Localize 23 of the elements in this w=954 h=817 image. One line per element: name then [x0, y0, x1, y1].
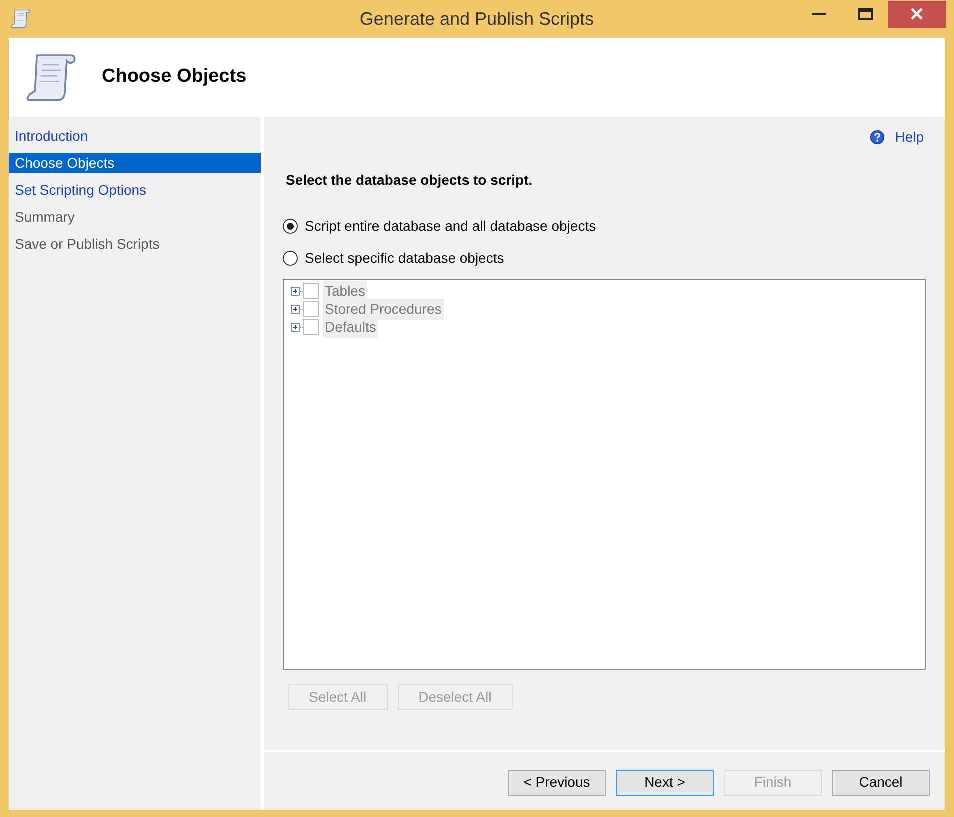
expand-icon[interactable]	[290, 320, 303, 334]
app-icon	[10, 8, 32, 30]
sidebar-item[interactable]: Save or Publish Scripts	[9, 234, 261, 254]
radio-button[interactable]	[283, 250, 298, 266]
help-link[interactable]: Help	[895, 127, 924, 148]
sidebar-item[interactable]: Summary	[9, 207, 261, 227]
instruction-heading: Select the database objects to script.	[286, 171, 534, 190]
wizard-button[interactable]: Cancel	[832, 770, 930, 796]
close-icon	[911, 8, 923, 20]
radio-label: Select specific database objects	[305, 248, 504, 268]
window-title: Generate and Publish Scripts	[360, 8, 594, 31]
expand-icon[interactable]	[290, 284, 303, 298]
sidebar-item[interactable]: Set Scripting Options	[9, 180, 261, 200]
wizard-button[interactable]: Next >	[616, 770, 714, 796]
wizard-button[interactable]: < Previous	[508, 770, 606, 796]
help-icon	[870, 130, 886, 145]
sidebar-item[interactable]: Choose Objects	[9, 153, 261, 173]
expand-icon[interactable]	[290, 302, 303, 316]
radio-label: Script entire database and all database objects	[305, 216, 596, 236]
page-title: Choose Objects	[102, 65, 247, 90]
sidebar-item[interactable]: Introduction	[9, 126, 261, 146]
radio-button[interactable]	[283, 218, 298, 234]
close-button[interactable]	[888, 0, 946, 28]
